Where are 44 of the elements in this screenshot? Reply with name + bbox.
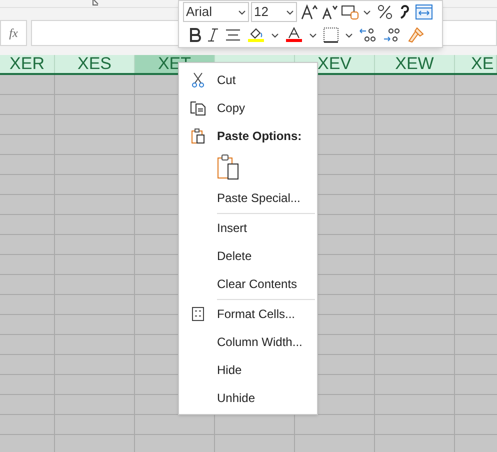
menu-item[interactable]: Cut (217, 71, 236, 89)
menu-item[interactable]: Clear Contents (217, 275, 298, 293)
size-dropdown[interactable]: 12 (251, 2, 297, 22)
cell-styles-icon[interactable] (341, 4, 361, 20)
percent-icon[interactable] (377, 4, 393, 20)
grow-font-icon[interactable] (301, 4, 319, 20)
font-color-icon[interactable] (285, 27, 303, 43)
font-dropdown[interactable]: Arial (183, 2, 249, 22)
menu-item[interactable]: Copy (217, 99, 246, 117)
chevron-icon[interactable] (309, 32, 317, 38)
align-icon[interactable] (225, 28, 241, 42)
format-painter-icon[interactable] (407, 27, 425, 43)
column-width-icon[interactable] (415, 4, 433, 20)
chevron-icon (238, 10, 246, 14)
column-header[interactable]: XE (455, 55, 497, 73)
increase-decimal-icon[interactable] (359, 27, 377, 43)
menu-item[interactable]: Hide (217, 361, 242, 379)
menu-item[interactable]: Paste Special... (217, 189, 300, 207)
chevron-icon[interactable] (363, 10, 371, 14)
fill-color-icon[interactable] (247, 27, 265, 43)
comma-icon[interactable] (399, 4, 409, 20)
column-header[interactable]: XER (0, 55, 55, 73)
chevron-icon[interactable] (345, 32, 353, 38)
borders-icon[interactable] (323, 27, 339, 43)
scissors-icon (191, 72, 205, 88)
clipboard-icon (191, 128, 205, 144)
menu-item[interactable]: Format Cells... (217, 305, 296, 323)
paste-icon[interactable] (217, 154, 239, 180)
column-header[interactable]: XES (55, 55, 135, 73)
column-header[interactable]: XEW (375, 55, 455, 73)
copy-icon (190, 100, 206, 116)
menu-item[interactable]: Insert (217, 219, 248, 237)
menu-item[interactable]: Unhide (217, 389, 256, 407)
shrink-font-icon[interactable] (321, 4, 339, 20)
format-cells-icon (192, 307, 204, 321)
bold-icon[interactable] (189, 28, 201, 42)
menu-item[interactable]: Delete (217, 247, 252, 265)
italic-icon[interactable] (207, 28, 219, 42)
chevron-icon (286, 10, 294, 14)
decrease-decimal-icon[interactable] (383, 27, 401, 43)
chevron-icon[interactable] (271, 32, 279, 38)
menu-heading: Paste Options: (217, 128, 302, 145)
menu-item[interactable]: Column Width... (217, 333, 302, 351)
dialog-launcher-icon[interactable] (92, 0, 99, 6)
